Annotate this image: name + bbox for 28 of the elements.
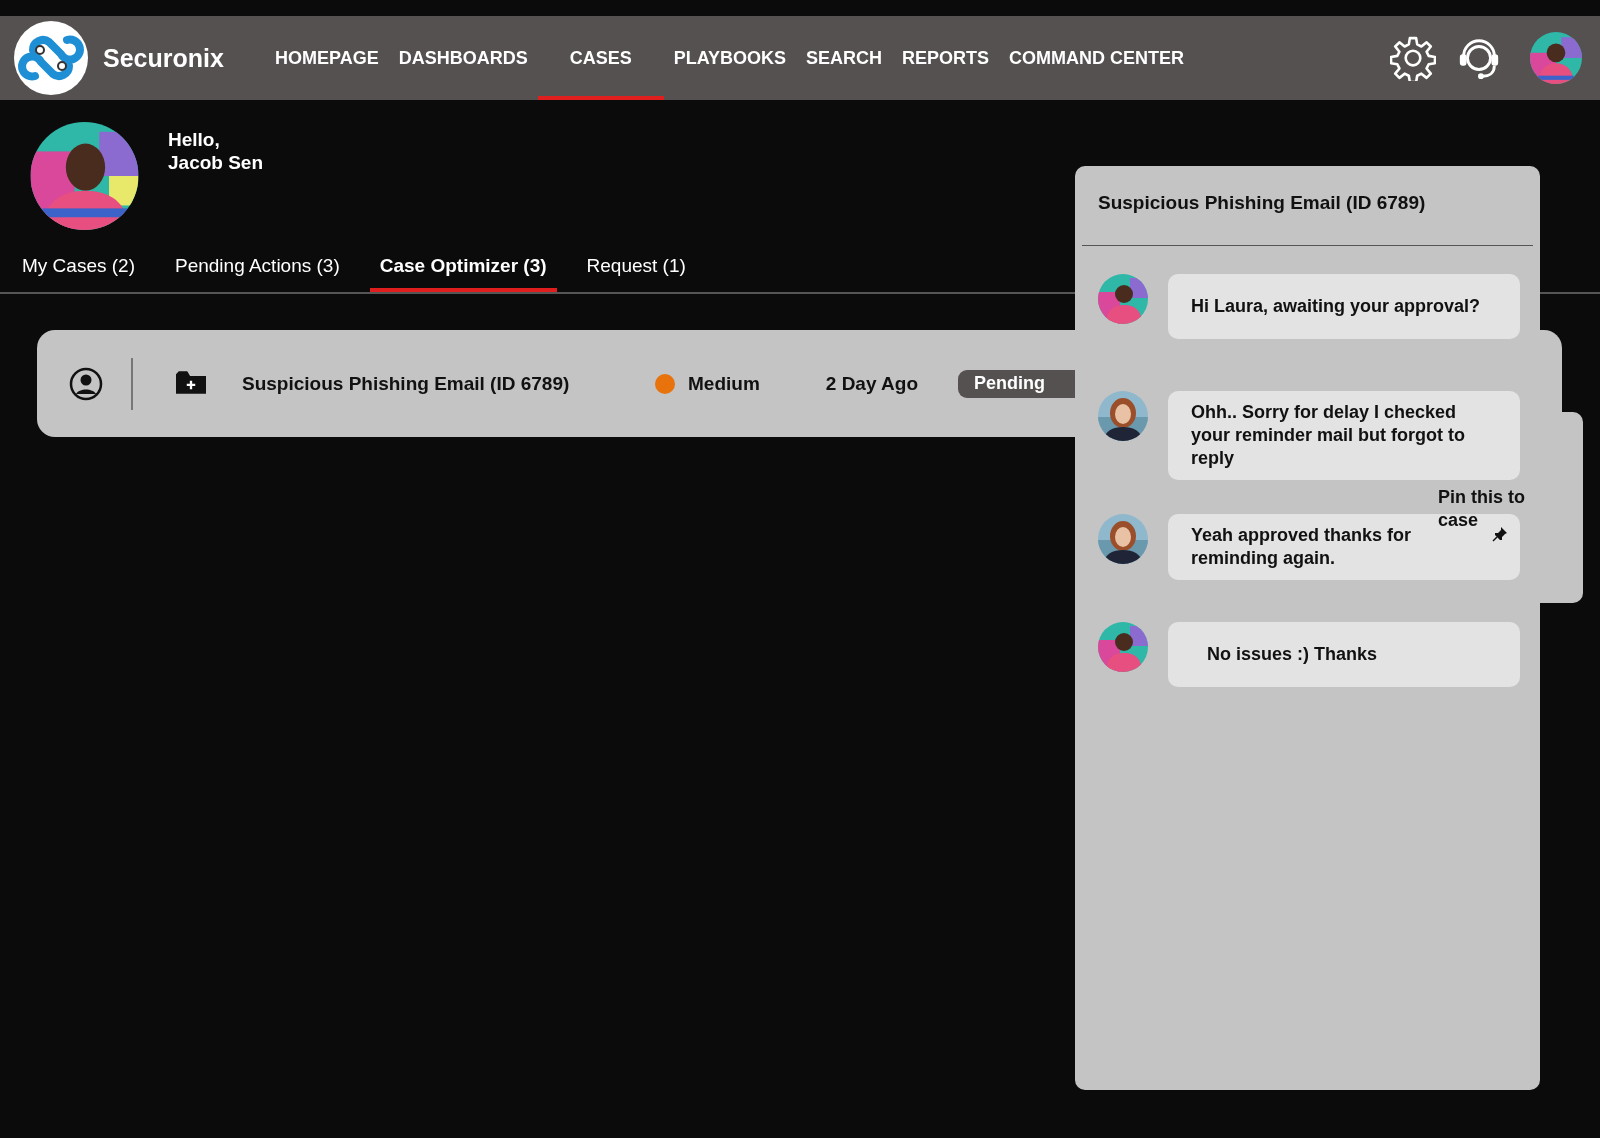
nav-link[interactable]: SEARCH	[796, 16, 893, 100]
tab[interactable]: Pending Actions (3)	[164, 244, 350, 292]
severity-dot	[655, 373, 675, 394]
message-text: No issues :) Thanks	[1206, 643, 1378, 666]
user-icon	[69, 366, 103, 401]
message-text: Yeah approved thanks for reminding again.	[1191, 524, 1413, 570]
tab[interactable]: My Cases (2)	[22, 244, 145, 292]
message-text: Hi Laura, awaiting your approval?	[1191, 295, 1481, 318]
nav-link[interactable]: PLAYBOOKS	[663, 16, 797, 100]
nav-link[interactable]: DASHBOARDS	[388, 16, 538, 100]
tab[interactable]: Request (1)	[576, 244, 696, 292]
chat-title: Suspicious Phishing Email (ID 6789)	[1097, 191, 1427, 215]
nav-link[interactable]: COMMAND CENTER	[999, 16, 1195, 100]
nav-link[interactable]: CASES	[537, 16, 664, 100]
settings-icon[interactable]	[1390, 35, 1436, 81]
pin-icon[interactable]	[1492, 526, 1508, 542]
nav-link[interactable]: REPORTS	[892, 16, 1000, 100]
severity-label: Medium	[688, 372, 760, 395]
user-name: Jacob Sen	[168, 151, 264, 174]
logo-icon	[13, 20, 89, 96]
tab[interactable]: Case Optimizer (3)	[369, 244, 557, 292]
brand-name: Securonix	[103, 43, 225, 73]
greeting: Hello,	[168, 128, 221, 151]
nav-link[interactable]: HOMEPAGE	[265, 16, 389, 100]
case-age: 2 Day Ago	[825, 372, 918, 395]
pin-label: Pin this to case	[1438, 486, 1526, 532]
add-folder-icon[interactable]	[176, 371, 206, 396]
case-title: Suspicious Phishing Email (ID 6789)	[242, 372, 571, 395]
